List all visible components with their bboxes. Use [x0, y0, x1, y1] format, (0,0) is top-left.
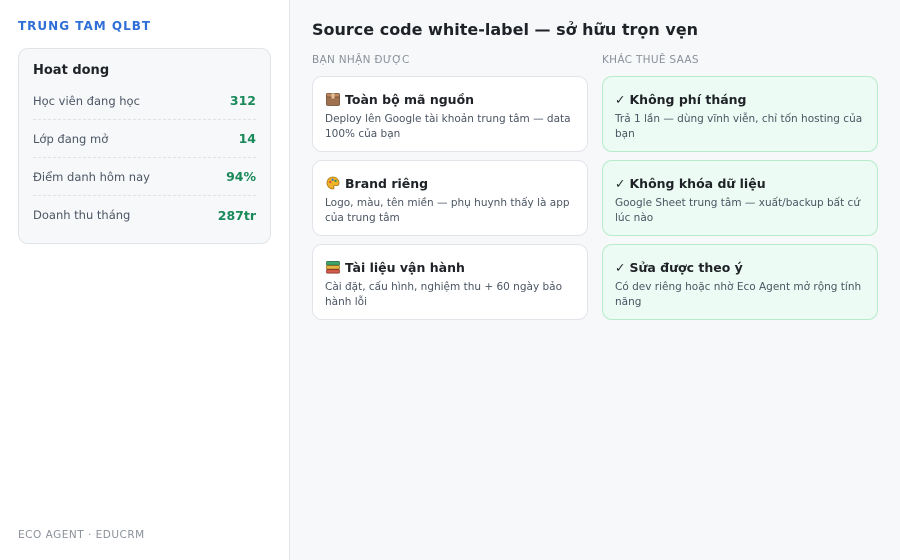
stat-row-students: Học viên đang học 312 [33, 82, 256, 120]
main-panel: Source code white-label — sở hữu trọn vẹ… [290, 0, 900, 560]
page-title: Source code white-label — sở hữu trọn vẹ… [312, 20, 699, 39]
stats-title: Hoat dong [33, 63, 110, 78]
benefit-card-title: Không khóa dữ liệu [629, 175, 766, 191]
included-column: BẠN NHẬN ĐƯỢC Toàn bộ mã nguồn Deploy lê… [312, 54, 588, 328]
stat-label: Học viên đang học [33, 93, 140, 108]
saas-diff-column: KHÁC THUÊ SAAS ✓ Không phí tháng Trả 1 l… [602, 54, 878, 328]
checkmark-icon: ✓ [615, 259, 626, 275]
feature-card-source: Toàn bộ mã nguồn Deploy lên Google tài k… [312, 76, 588, 152]
feature-card-desc: Cài đặt, cấu hình, nghiệm thu + 60 ngày … [325, 281, 563, 308]
stat-label: Doanh thu tháng [33, 208, 131, 222]
box-icon [325, 92, 341, 106]
stat-label: Lớp đang mở [33, 131, 109, 146]
feature-card-docs: Tài liệu vận hành Cài đặt, cấu hình, ngh… [312, 244, 588, 320]
palette-icon [325, 176, 341, 190]
feature-card-title: Toàn bộ mã nguồn [345, 91, 475, 107]
feature-card-title: Tài liệu vận hành [345, 259, 465, 275]
benefit-card-desc: Trả 1 lần — dùng vĩnh viễn, chỉ tốn host… [615, 113, 863, 140]
books-icon [325, 260, 341, 274]
checkmark-icon: ✓ [615, 175, 626, 191]
feature-card-desc: Logo, màu, tên miền — phụ huynh thấy là … [325, 197, 570, 224]
included-header: BẠN NHẬN ĐƯỢC [312, 54, 410, 66]
feature-card-desc: Deploy lên Google tài khoản trung tâm — … [325, 113, 571, 140]
benefit-card-title: Không phí tháng [629, 91, 747, 107]
feature-card-title: Brand riêng [345, 175, 429, 191]
benefit-card-no-lock: ✓ Không khóa dữ liệu Google Sheet trung … [602, 160, 878, 236]
benefit-card-no-fee: ✓ Không phí tháng Trả 1 lần — dùng vĩnh … [602, 76, 878, 152]
stat-row-classes: Lớp đang mở 14 [33, 120, 256, 158]
feature-card-brand: Brand riêng Logo, màu, tên miền — phụ hu… [312, 160, 588, 236]
stat-value: 312 [229, 93, 256, 108]
sidebar-footer: ECO AGENT · EDUCRM [18, 529, 145, 541]
checkmark-icon: ✓ [615, 91, 626, 107]
stat-value: 287tr [217, 207, 256, 223]
benefit-card-desc: Google Sheet trung tâm — xuất/backup bất… [615, 197, 860, 224]
sidebar: TRUNG TAM QLBT Hoat dong Học viên đang h… [0, 0, 290, 560]
saas-diff-header: KHÁC THUÊ SAAS [602, 54, 699, 66]
stat-value: 14 [238, 131, 256, 146]
benefit-card-title: Sửa được theo ý [629, 259, 743, 275]
benefit-card-customizable: ✓ Sửa được theo ý Có dev riêng hoặc nhờ … [602, 244, 878, 320]
stats-card: Hoat dong Học viên đang học 312 Lớp đang… [18, 48, 271, 244]
brand-title: TRUNG TAM QLBT [18, 19, 152, 33]
stat-row-revenue: Doanh thu tháng 287tr [33, 196, 256, 234]
stat-row-attendance: Điểm danh hôm nay 94% [33, 158, 256, 196]
stat-label: Điểm danh hôm nay [33, 169, 150, 184]
benefit-card-desc: Có dev riêng hoặc nhờ Eco Agent mở rộng … [615, 281, 862, 308]
stat-value: 94% [226, 169, 256, 184]
